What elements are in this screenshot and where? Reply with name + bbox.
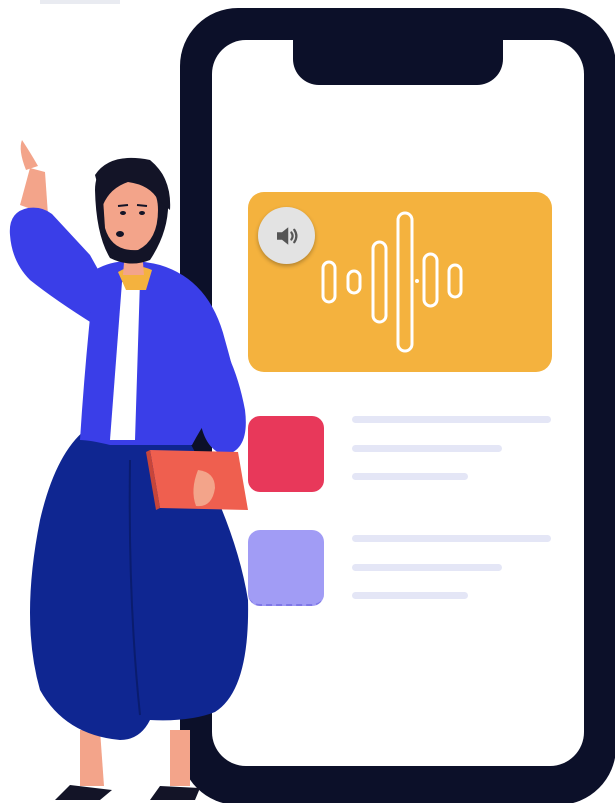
left-shoe — [55, 785, 112, 800]
mouth — [116, 231, 124, 237]
right-ankle — [170, 730, 190, 786]
left-brow — [117, 204, 129, 207]
left-ankle — [80, 730, 104, 786]
woman-figure — [9, 140, 249, 800]
left-eye — [120, 211, 126, 215]
right-eye — [139, 211, 145, 215]
illustration-scene — [0, 0, 615, 803]
right-brow — [136, 204, 148, 207]
right-shoe — [150, 786, 200, 800]
raised-hand — [20, 140, 38, 170]
